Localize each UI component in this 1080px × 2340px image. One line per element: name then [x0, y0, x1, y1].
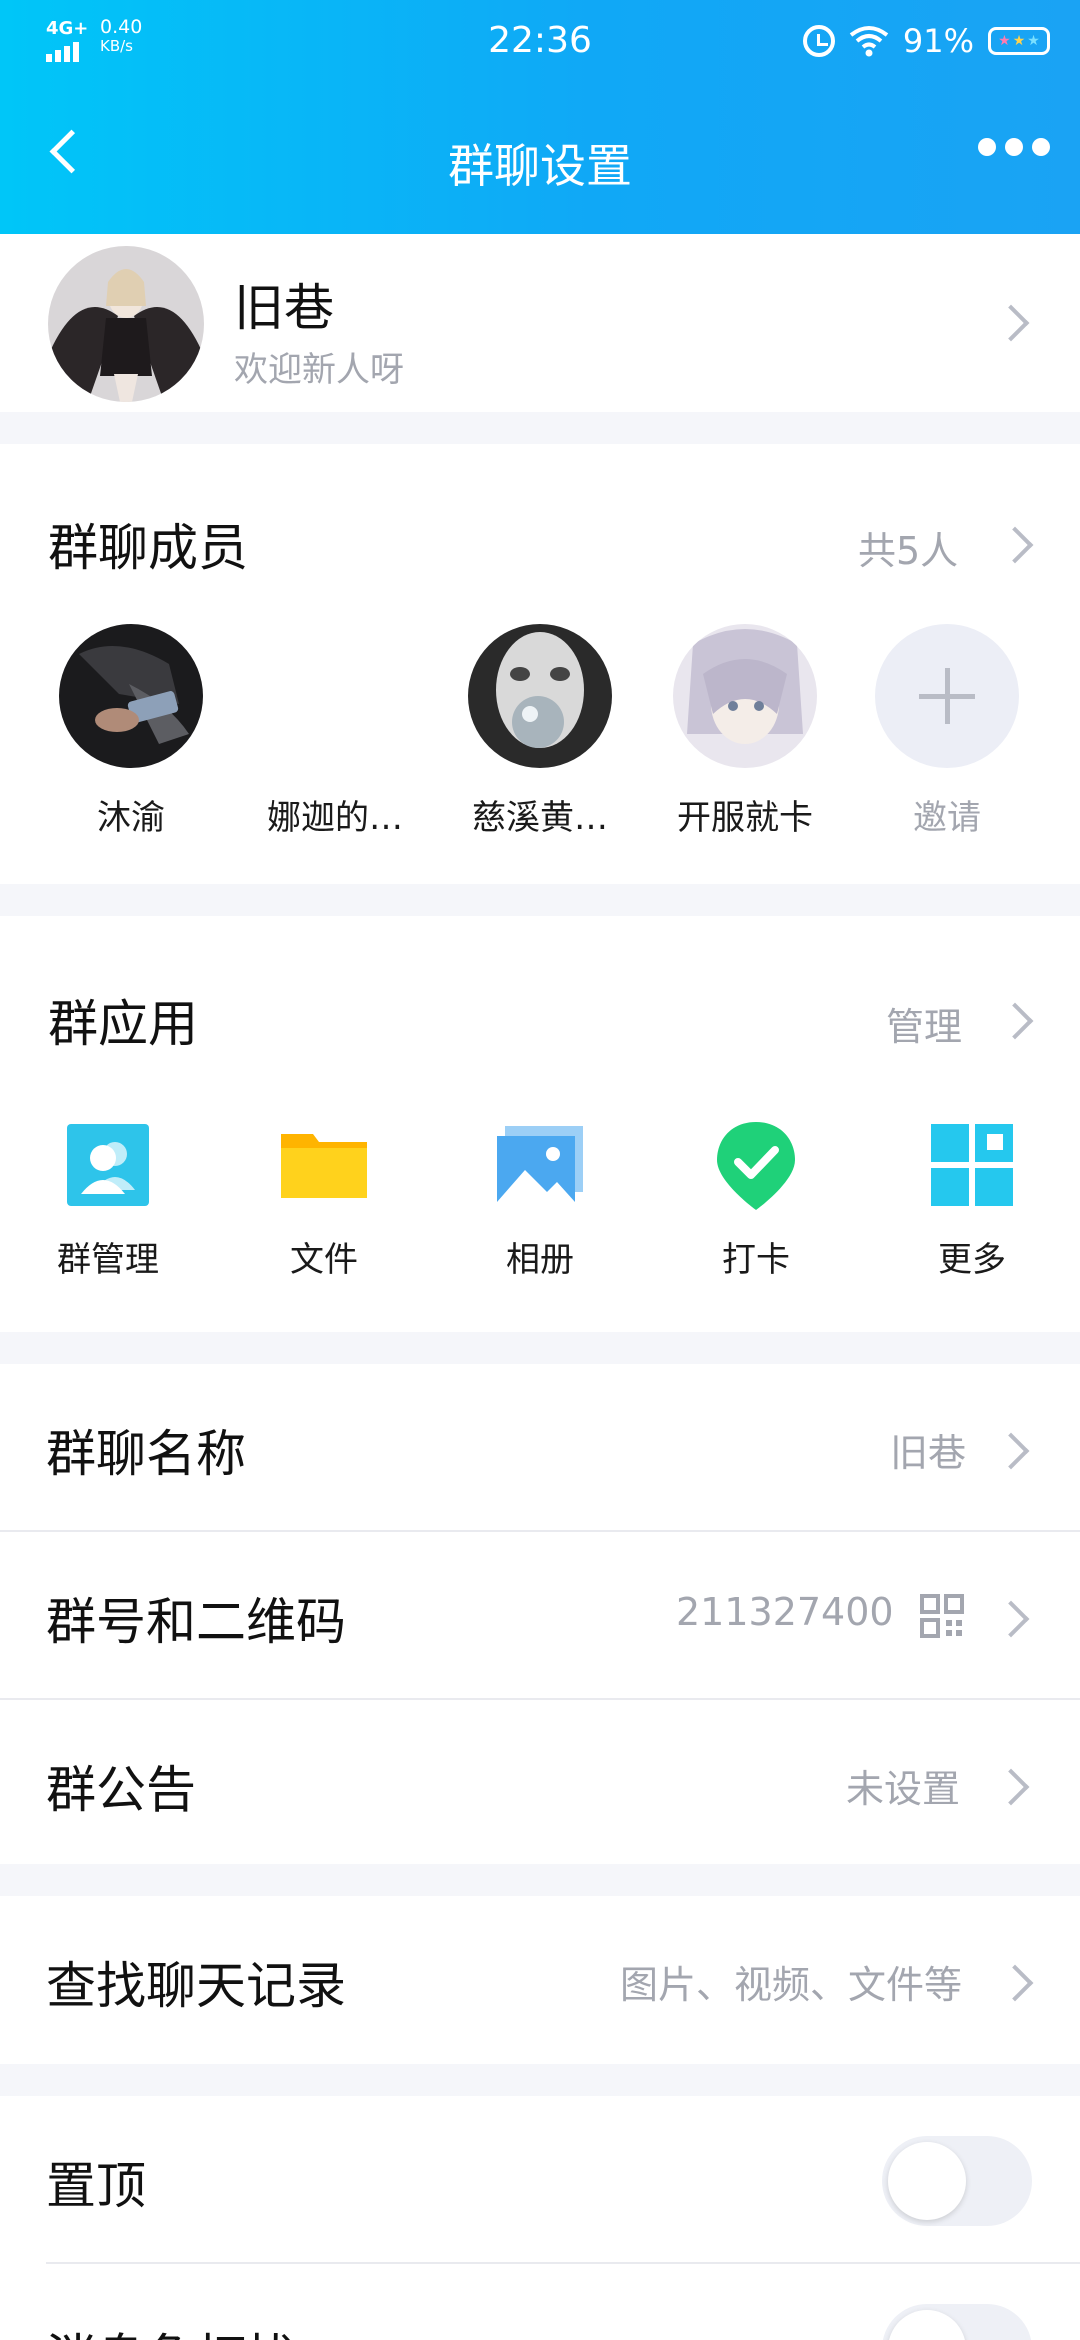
wifi-icon — [849, 26, 889, 57]
invite-button[interactable]: 邀请 — [862, 624, 1032, 839]
battery-percent: 91% — [902, 22, 974, 60]
chevron-right-icon — [996, 1964, 1034, 2002]
group-info-section: 群聊名称 旧巷 群号和二维码 211327400 群公告 未设置 — [0, 1364, 1080, 1864]
member-avatar — [263, 624, 407, 768]
toggles-section: 置顶 消息免打扰 — [0, 2096, 1080, 2340]
pin-top-row: 置顶 — [0, 2096, 1080, 2264]
folder-icon — [279, 1120, 369, 1210]
group-name-row[interactable]: 群聊名称 旧巷 — [0, 1364, 1080, 1532]
members-title: 群聊成员 — [48, 519, 248, 577]
group-number: 211327400 — [676, 1590, 894, 1634]
chevron-right-icon — [996, 526, 1034, 564]
row-label: 群聊名称 — [46, 1425, 246, 1483]
app-checkin[interactable]: 打卡 — [666, 1120, 846, 1281]
more-dots-icon[interactable] — [978, 138, 1050, 156]
row-label: 置顶 — [46, 2157, 146, 2215]
app-label: 相册 — [506, 1240, 574, 1280]
row-value: 未设置 — [846, 1767, 961, 1811]
chevron-right-icon — [992, 1768, 1030, 1806]
plus-icon — [875, 624, 1019, 768]
battery-stars-icon: ★ ★ ★ — [988, 27, 1050, 55]
row-label: 群公告 — [46, 1761, 196, 1819]
search-history-row[interactable]: 查找聊天记录 图片、视频、文件等 — [0, 1896, 1080, 2064]
do-not-disturb-row: 消息免打扰 — [0, 2264, 1080, 2340]
app-group-manage[interactable]: 群管理 — [18, 1120, 198, 1281]
member-item[interactable]: 沐渝 — [46, 624, 216, 839]
member-item[interactable]: 慈溪黄… — [455, 624, 625, 839]
app-label: 文件 — [290, 1240, 358, 1280]
group-manage-icon — [63, 1120, 153, 1210]
photo-album-icon — [495, 1120, 585, 1210]
app-label: 打卡 — [722, 1240, 790, 1280]
chevron-right-icon — [992, 304, 1030, 342]
app-label: 群管理 — [57, 1240, 159, 1280]
member-name: 开服就卡 — [677, 798, 813, 838]
member-name: 慈溪黄… — [472, 798, 608, 838]
app-label: 更多 — [938, 1240, 1006, 1280]
member-name: 沐渝 — [97, 798, 165, 838]
row-value: 图片、视频、文件等 — [620, 1963, 963, 2007]
page-title: 群聊设置 — [448, 139, 632, 193]
chevron-right-icon — [996, 1002, 1034, 1040]
app-album[interactable]: 相册 — [450, 1120, 630, 1281]
row-label: 查找聊天记录 — [46, 1957, 346, 2015]
member-name: 娜迦的… — [267, 798, 403, 838]
group-subtitle: 欢迎新人呀 — [234, 350, 404, 390]
group-number-row[interactable]: 群号和二维码 211327400 — [0, 1532, 1080, 1700]
apps-manage-link[interactable]: 管理 — [886, 996, 962, 1051]
group-name: 旧巷 — [234, 279, 334, 337]
app-more[interactable]: 更多 — [882, 1120, 1062, 1281]
members-section: 群聊成员 共5人 沐渝 娜迦的… 慈溪黄… 开服就卡 邀请 — [0, 444, 1080, 884]
alarm-icon — [802, 25, 835, 57]
group-chat-settings-screen: 4G+ 0.40 KB/s 22:36 91% ★ ★ ★ 群聊设置 旧巷 欢迎… — [0, 0, 1080, 2340]
members-count-link[interactable]: 共5人 — [858, 520, 958, 575]
chevron-right-icon — [992, 1600, 1030, 1638]
apps-title: 群应用 — [48, 995, 198, 1053]
invite-label: 邀请 — [913, 798, 981, 838]
row-label: 消息免打扰 — [46, 2318, 296, 2340]
row-label: 群号和二维码 — [46, 1593, 346, 1651]
member-avatar — [59, 624, 203, 768]
header: 4G+ 0.40 KB/s 22:36 91% ★ ★ ★ 群聊设置 — [0, 0, 1080, 234]
announcement-row[interactable]: 群公告 未设置 — [0, 1700, 1080, 1868]
row-value: 旧巷 — [890, 1431, 967, 1475]
chevron-right-icon — [992, 1432, 1030, 1470]
status-bar: 4G+ 0.40 KB/s 22:36 91% ★ ★ ★ — [0, 0, 1080, 84]
more-apps-icon — [927, 1120, 1017, 1210]
status-right: 91% ★ ★ ★ — [802, 22, 1050, 60]
group-apps-section: 群应用 管理 群管理 文件 相册 打卡 更多 — [0, 916, 1080, 1332]
member-avatar — [673, 624, 817, 768]
pin-top-toggle[interactable] — [882, 2136, 1032, 2226]
group-avatar — [48, 246, 204, 402]
group-profile-row[interactable]: 旧巷 欢迎新人呀 — [0, 234, 1080, 412]
app-file[interactable]: 文件 — [234, 1120, 414, 1281]
member-item[interactable]: 娜迦的… — [250, 624, 420, 839]
check-in-icon — [711, 1120, 801, 1210]
nav-bar: 群聊设置 — [0, 100, 1080, 220]
member-item[interactable]: 开服就卡 — [660, 624, 830, 839]
do-not-disturb-toggle[interactable] — [882, 2304, 1032, 2340]
qr-code-icon — [920, 1594, 964, 1638]
member-avatar — [468, 624, 612, 768]
